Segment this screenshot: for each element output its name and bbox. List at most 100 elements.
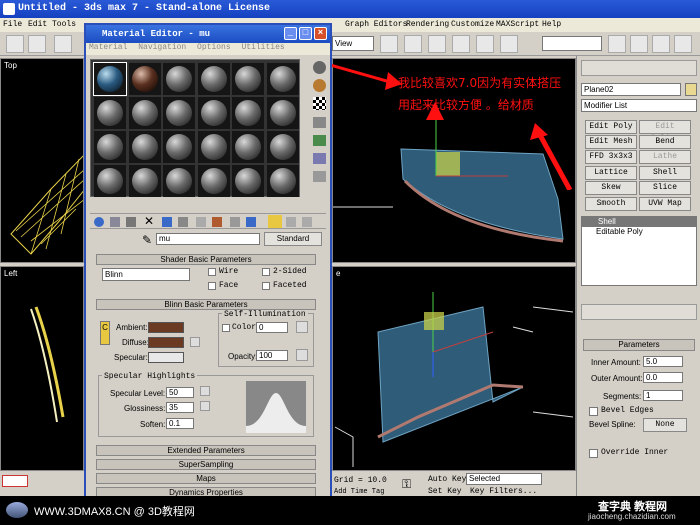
material-slot[interactable] (128, 63, 161, 95)
edit-mesh-button[interactable]: Edit Mesh (585, 135, 637, 149)
material-slot[interactable] (266, 131, 299, 163)
material-slot[interactable] (94, 131, 126, 163)
override-inner-checkbox[interactable] (589, 449, 598, 458)
menu-rendering[interactable]: Rendering (406, 18, 449, 32)
supersampling-rollout[interactable]: SuperSampling (96, 459, 316, 470)
ambient-color-swatch[interactable] (148, 322, 184, 333)
material-slot[interactable] (93, 62, 127, 96)
menu-tools[interactable]: Tools (52, 18, 76, 32)
shader-basic-params-rollout[interactable]: Shader Basic Parameters (96, 254, 316, 265)
go-forward-sibling-icon[interactable] (286, 217, 296, 227)
material-slot[interactable] (197, 131, 230, 163)
pick-material-eyedropper-icon[interactable]: ✎ (142, 233, 152, 247)
show-end-result-icon[interactable] (246, 217, 256, 227)
bevel-edges-checkbox[interactable] (589, 407, 598, 416)
glossiness-spinner[interactable]: 35 (166, 402, 194, 413)
material-slot[interactable] (163, 131, 195, 163)
slice-button[interactable]: Slice (639, 181, 691, 195)
close-icon[interactable]: × (314, 27, 327, 40)
viewport-left[interactable]: Left (0, 266, 84, 471)
render-icon[interactable] (674, 35, 692, 53)
two-sided-checkbox[interactable] (262, 268, 270, 276)
material-slot[interactable] (266, 97, 299, 129)
background-icon[interactable] (313, 97, 326, 110)
material-slot[interactable] (197, 63, 230, 95)
video-color-check-icon[interactable] (313, 135, 326, 146)
material-slot[interactable] (128, 131, 161, 163)
maxscript-listener-field[interactable] (2, 475, 28, 487)
material-slot[interactable] (266, 165, 299, 197)
align-icon[interactable] (630, 35, 648, 53)
stack-item-shell[interactable]: Shell (582, 217, 696, 227)
me-menu-utilities[interactable]: Utilities (241, 43, 284, 52)
set-key-button[interactable]: Set Key (428, 487, 462, 496)
wire-checkbox[interactable] (208, 268, 216, 276)
uv-tiling-icon[interactable] (313, 117, 326, 128)
menu-maxscript[interactable]: MAXScript (496, 18, 539, 32)
menu-file[interactable]: File (3, 18, 22, 32)
material-navigator-icon[interactable] (302, 217, 312, 227)
key-icon[interactable]: ⚿ (402, 477, 411, 492)
named-selection-field[interactable] (542, 36, 602, 51)
lattice-button[interactable]: Lattice (585, 166, 637, 180)
material-slot[interactable] (197, 165, 230, 197)
soften-spinner[interactable]: 0.1 (166, 418, 194, 429)
face-map-checkbox[interactable] (208, 282, 216, 290)
maximize-icon[interactable]: □ (299, 27, 312, 40)
bend-button[interactable]: Bend (639, 135, 691, 149)
material-slot[interactable] (232, 97, 264, 129)
menu-graph-editors[interactable]: Graph Editors (345, 18, 407, 32)
bevel-spline-button[interactable]: None (643, 418, 687, 432)
material-slot[interactable] (266, 63, 299, 95)
material-slot[interactable] (232, 165, 264, 197)
self-illum-color-checkbox[interactable] (222, 324, 230, 332)
material-effects-channel-icon[interactable] (212, 217, 222, 227)
lathe-button[interactable]: Lathe (639, 150, 691, 164)
get-material-icon[interactable] (94, 217, 104, 227)
viewport-top[interactable]: Top (0, 58, 84, 263)
shell-button[interactable]: Shell (639, 166, 691, 180)
extended-params-rollout[interactable]: Extended Parameters (96, 445, 316, 456)
command-panel-tabs[interactable] (581, 60, 697, 76)
opacity-map-button[interactable] (296, 349, 308, 361)
material-slot[interactable] (232, 131, 264, 163)
minimize-icon[interactable]: _ (284, 27, 297, 40)
object-name-field[interactable]: Plane02 (581, 83, 681, 96)
menu-customize[interactable]: Customize (451, 18, 494, 32)
me-menu-material[interactable]: Material (89, 43, 127, 52)
spinner-snap-icon[interactable] (500, 35, 518, 53)
link-icon[interactable] (54, 35, 72, 53)
ambient-diffuse-lock-button[interactable]: C (100, 321, 110, 345)
material-slot[interactable] (163, 63, 195, 95)
segments-spinner[interactable]: 1 (643, 390, 683, 401)
backlight-icon[interactable] (313, 79, 326, 92)
mirror-icon[interactable] (608, 35, 626, 53)
show-map-icon[interactable] (230, 217, 240, 227)
skew-button[interactable]: Skew (585, 181, 637, 195)
inner-amount-spinner[interactable]: 5.0 (643, 356, 683, 367)
undo-icon[interactable] (6, 35, 24, 53)
go-to-parent-icon[interactable] (268, 215, 282, 228)
menu-edit[interactable]: Edit (28, 18, 47, 32)
reset-material-icon[interactable]: ✕ (144, 214, 154, 228)
pivot-icon[interactable] (380, 35, 398, 53)
material-editor-icon[interactable] (652, 35, 670, 53)
material-name-field[interactable]: mu (156, 233, 260, 245)
magnet-snap-icon[interactable] (428, 35, 446, 53)
faceted-checkbox[interactable] (262, 282, 270, 290)
diffuse-color-swatch[interactable] (148, 337, 184, 348)
specular-level-spinner[interactable]: 50 (166, 387, 194, 398)
material-slot[interactable] (94, 97, 126, 129)
material-slot[interactable] (163, 97, 195, 129)
edit-spline-button[interactable]: Edit Spline (639, 120, 691, 143)
key-filters-button[interactable]: Key Filters... (470, 487, 537, 496)
put-to-library-icon[interactable] (196, 217, 206, 227)
blinn-basic-params-rollout[interactable]: Blinn Basic Parameters (96, 299, 316, 310)
self-illum-map-button[interactable] (296, 321, 308, 333)
me-menu-navigation[interactable]: Navigation (138, 43, 186, 52)
diffuse-map-button[interactable] (190, 337, 200, 347)
menu-help[interactable]: Help (542, 18, 561, 32)
put-to-scene-icon[interactable] (110, 217, 120, 227)
stack-toolbar[interactable] (581, 304, 697, 320)
material-slot[interactable] (94, 165, 126, 197)
